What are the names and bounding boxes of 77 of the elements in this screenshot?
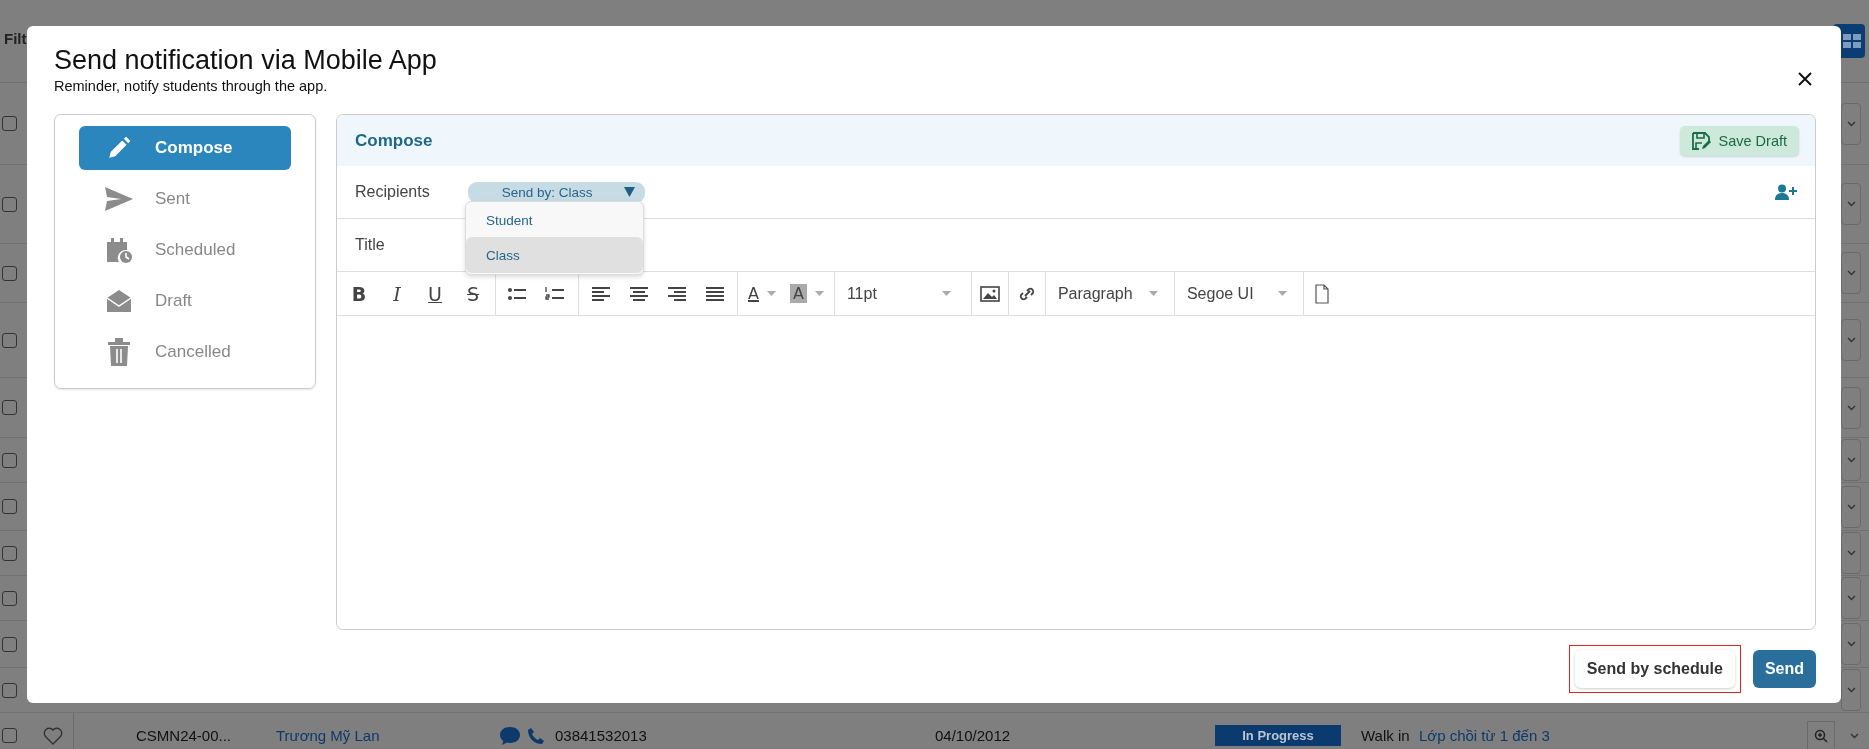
chevron-down-icon: [1846, 270, 1856, 276]
compose-heading: Compose: [355, 130, 433, 151]
folder-item[interactable]: Draft: [79, 279, 291, 323]
floppy-disk-icon: [1690, 130, 1711, 151]
paragraph-format-select[interactable]: Paragraph: [1049, 276, 1166, 311]
source-text: Walk in: [1361, 727, 1411, 744]
pencil-icon: [106, 135, 132, 161]
chevron-down-icon: [1846, 457, 1856, 463]
row-checkbox[interactable]: [2, 452, 17, 468]
filter-label: Filt: [4, 30, 27, 47]
status-badge: In Progress: [1215, 725, 1341, 746]
add-user-icon[interactable]: [1775, 184, 1797, 200]
chevron-down-icon: [1846, 503, 1856, 510]
row-checkbox[interactable]: [2, 682, 17, 698]
menu-option[interactable]: Student: [466, 203, 643, 237]
close-icon[interactable]: [1798, 72, 1812, 86]
grid-icon: [1843, 34, 1861, 48]
chevron-down-icon: [1846, 550, 1856, 556]
title-label: Title: [355, 236, 385, 254]
format-button[interactable]: S: [455, 276, 491, 311]
chevron-down-icon: [1846, 595, 1856, 601]
highlight-color-button[interactable]: A: [783, 276, 830, 311]
phone-icon[interactable]: [527, 726, 545, 745]
row-checkbox[interactable]: [2, 196, 17, 212]
envelope-icon: [105, 288, 133, 314]
format-button[interactable]: B: [341, 276, 377, 311]
recipients-label: Recipients: [355, 183, 430, 201]
dialog-title: Send notification via Mobile App: [54, 44, 437, 76]
chevron-down-icon[interactable]: [1850, 732, 1859, 739]
row-checkbox[interactable]: [2, 116, 17, 131]
class-link[interactable]: Lớp chồi từ 1 đến 3: [1419, 727, 1550, 744]
chevron-down-icon: [1846, 641, 1856, 647]
row-checkbox[interactable]: [2, 636, 17, 652]
chevron-down-icon: [1846, 687, 1856, 693]
date-text: 04/10/2012: [935, 727, 1012, 744]
format-button[interactable]: I: [379, 276, 415, 311]
student-code: CSMN24-00...: [136, 727, 233, 744]
font-family-select[interactable]: Segoe UI: [1178, 276, 1295, 311]
caret-icon: [814, 291, 824, 296]
student-name-link[interactable]: Trương Mỹ Lan: [276, 727, 464, 744]
chevron-down-icon: [1846, 120, 1856, 127]
triangle-down-icon: [623, 187, 635, 197]
row-checkbox[interactable]: [2, 499, 17, 514]
row-checkbox[interactable]: [2, 400, 17, 415]
font-size-select[interactable]: 11pt: [838, 276, 959, 311]
paper-plane-icon: [104, 186, 134, 212]
folder-item[interactable]: Compose: [79, 126, 291, 170]
zoom-in-icon: [1814, 729, 1828, 743]
calendar-clock-icon: [105, 236, 133, 264]
heart-icon[interactable]: [43, 726, 63, 745]
chat-bubble-icon[interactable]: [499, 725, 521, 746]
row-checkbox[interactable]: [2, 265, 17, 281]
row-checkbox[interactable]: [2, 332, 17, 348]
caret-icon: [766, 291, 776, 296]
row-checkbox[interactable]: [2, 728, 17, 743]
row-checkbox[interactable]: [2, 545, 17, 561]
send-by-dropdown[interactable]: Send by: Class: [467, 181, 645, 203]
send-by-schedule-button[interactable]: Send by schedule: [1574, 650, 1735, 688]
row-checkbox[interactable]: [2, 590, 17, 606]
chevron-down-icon: [1846, 201, 1856, 207]
trash-icon: [107, 337, 131, 367]
text-color-button[interactable]: A: [742, 276, 782, 311]
chevron-down-icon: [1846, 337, 1856, 343]
dialog-subtitle: Reminder, notify students through the app.: [54, 78, 329, 94]
phone-number: 03841532013: [555, 727, 648, 744]
folder-item[interactable]: Cancelled: [79, 330, 291, 374]
format-button[interactable]: U: [417, 276, 453, 311]
folder-item[interactable]: Sent: [79, 177, 291, 221]
caret-icon: [941, 291, 951, 296]
chevron-down-icon: [1846, 404, 1856, 411]
send-button[interactable]: Send: [1752, 650, 1816, 688]
zoom-button[interactable]: [1807, 721, 1835, 749]
menu-option[interactable]: Class: [466, 237, 643, 273]
save-draft-button[interactable]: Save Draft: [1679, 125, 1799, 156]
caret-icon: [1148, 291, 1158, 296]
caret-icon: [1277, 291, 1287, 296]
folder-item[interactable]: Scheduled: [79, 228, 291, 272]
